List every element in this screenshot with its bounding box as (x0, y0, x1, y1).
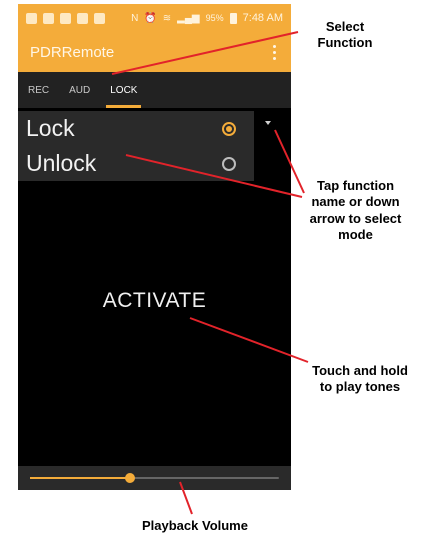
mode-item-lock[interactable]: Lock (18, 111, 254, 146)
tab-lock[interactable]: LOCK (100, 72, 147, 108)
activate-label: ACTIVATE (102, 289, 207, 312)
app-bar: PDRRemote (18, 32, 291, 72)
battery-icon (229, 12, 237, 24)
signal-icon: ▂▄▆ (177, 12, 200, 24)
nfc-icon: N (131, 12, 139, 24)
dropdown-arrow-icon[interactable] (262, 118, 274, 128)
app-title: PDRRemote (30, 43, 115, 61)
notification-icon (77, 12, 88, 24)
mode-label: Lock (26, 115, 75, 141)
phone-screen: N ⏰ ≋ ▂▄▆ 95% 7:48 AM PDRRemote REC AUD … (18, 4, 291, 490)
wifi-icon: ≋ (162, 12, 172, 24)
notification-icon (43, 12, 54, 24)
volume-slider-fill (30, 477, 130, 479)
alarm-icon: ⏰ (144, 12, 157, 24)
mode-list: Lock Unlock (18, 111, 254, 181)
tab-rec[interactable]: REC (18, 72, 59, 108)
notification-icon (94, 12, 105, 24)
battery-percent: 95% (205, 13, 224, 23)
function-tabs: REC AUD LOCK (18, 72, 291, 108)
notification-icon (26, 12, 37, 24)
callout-playback-volume: Playback Volume (142, 518, 248, 533)
volume-slider[interactable] (30, 473, 279, 483)
radio-unselected-icon[interactable] (222, 156, 236, 171)
volume-slider-thumb[interactable] (124, 473, 135, 483)
radio-selected-icon[interactable] (222, 121, 236, 136)
status-bar: N ⏰ ≋ ▂▄▆ 95% 7:48 AM (18, 4, 291, 32)
system-icons: N ⏰ ≋ ▂▄▆ 95% 7:48 AM (131, 12, 283, 24)
activate-button[interactable]: ACTIVATE (18, 184, 291, 466)
overflow-menu-icon[interactable] (269, 43, 279, 61)
tab-aud[interactable]: AUD (59, 72, 100, 108)
mode-label: Unlock (26, 150, 97, 176)
callout-touch-hold: Touch and hold to play tones (312, 363, 408, 395)
callout-select-function: Select Function (317, 19, 373, 51)
notification-icon (60, 12, 71, 24)
status-time: 7:48 AM (242, 12, 283, 24)
playback-volume-bar (18, 466, 291, 490)
callout-tap-function: Tap function name or down arrow to selec… (309, 178, 402, 242)
mode-item-unlock[interactable]: Unlock (18, 146, 254, 181)
notification-icons (26, 12, 105, 24)
